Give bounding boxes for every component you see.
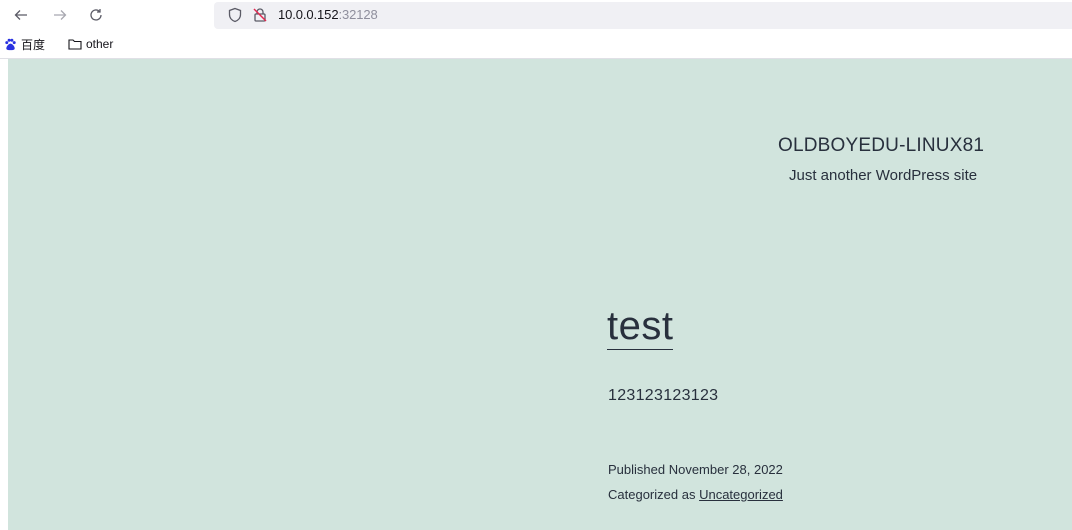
category-link[interactable]: Uncategorized <box>699 487 783 502</box>
address-bar[interactable]: 10.0.0.152:32128 <box>214 2 1072 29</box>
page-content: OLDBOYEDU-LINUX81 Just another WordPress… <box>8 59 1072 530</box>
site-description: Just another WordPress site <box>789 167 978 184</box>
post-title[interactable]: test <box>607 303 674 350</box>
bookmarks-bar: 百度 other <box>0 31 1072 59</box>
reload-button[interactable] <box>85 4 107 26</box>
arrow-right-icon <box>54 10 67 20</box>
baidu-paw-icon <box>5 38 16 50</box>
bookmark-label: other <box>86 37 114 51</box>
forward-button[interactable] <box>49 4 71 26</box>
bookmark-label: 百度 <box>21 37 46 52</box>
arrow-left-icon <box>14 10 27 20</box>
reload-icon <box>90 9 102 21</box>
browser-toolbar: 10.0.0.152:32128 <box>0 0 1072 31</box>
back-button[interactable] <box>10 4 32 26</box>
shield-icon[interactable] <box>227 7 243 23</box>
url-host: 10.0.0.152 <box>278 7 339 22</box>
insecure-lock-icon[interactable] <box>252 7 268 23</box>
category-prefix: Categorized as <box>608 487 696 502</box>
url-text[interactable]: 10.0.0.152:32128 <box>278 7 378 22</box>
post-content: 123123123123 <box>608 387 719 404</box>
post-category-line: Categorized as Uncategorized <box>608 487 783 502</box>
post-published-date: Published November 28, 2022 <box>608 462 783 477</box>
folder-icon <box>68 39 82 50</box>
bookmark-folder-other[interactable]: other <box>68 36 113 52</box>
site-title[interactable]: OLDBOYEDU-LINUX81 <box>778 135 984 157</box>
url-port: :32128 <box>338 7 378 22</box>
bookmark-baidu[interactable]: 百度 <box>4 36 45 52</box>
